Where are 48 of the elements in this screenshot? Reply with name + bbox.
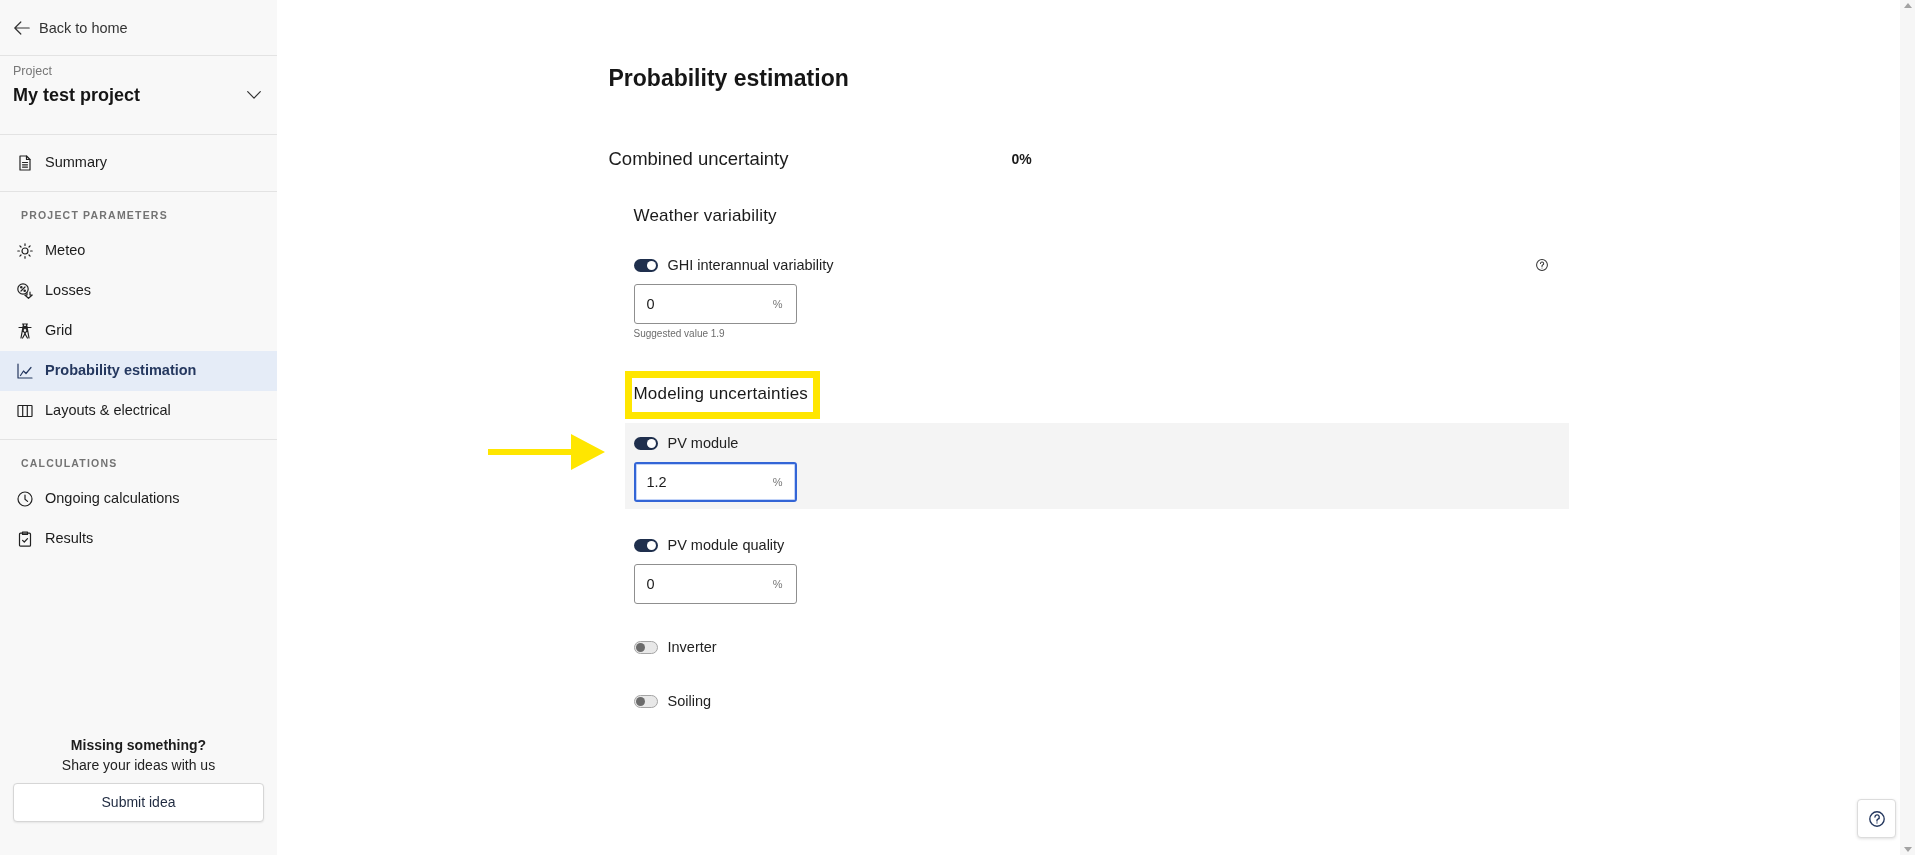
unit-label: %	[772, 577, 783, 592]
line-chart-icon	[17, 363, 33, 379]
unit-label: %	[772, 475, 783, 490]
section-heading: CALCULATIONS	[21, 456, 118, 470]
toggle-label: PV module quality	[667, 536, 785, 554]
page-title: Probability estimation	[608, 64, 849, 93]
sun-icon	[17, 243, 33, 259]
group-title: Modeling uncertainties	[633, 384, 808, 403]
sidebar-item[interactable]: Layouts & electrical	[0, 391, 277, 431]
back-link[interactable]: Back to home	[14, 17, 128, 38]
sidebar-item[interactable]: Probability estimation	[0, 351, 277, 391]
sidebar-item[interactable]: Losses	[0, 271, 277, 311]
percent-arrow-icon	[17, 283, 33, 299]
help-button[interactable]	[1857, 799, 1896, 838]
combined-uncertainty-label: Combined uncertainty	[608, 148, 789, 169]
toggle-switch[interactable]	[633, 436, 658, 450]
sidebar-item[interactable]: Meteo	[0, 231, 277, 271]
sidebar-item[interactable]: Results	[0, 519, 277, 559]
sidebar-item[interactable]: Grid	[0, 311, 277, 351]
document-icon	[17, 155, 33, 171]
unit-label: %	[772, 297, 783, 312]
submit-idea-button[interactable]: Submit idea	[13, 783, 264, 822]
toggle-switch[interactable]	[633, 640, 658, 654]
combined-uncertainty-value: 0%	[1011, 149, 1032, 169]
project-label: Project	[13, 63, 52, 79]
hint-text: Suggested value 1.9	[633, 328, 725, 340]
toggle-switch[interactable]	[633, 538, 658, 552]
power-tower-icon	[17, 323, 33, 339]
sidebar-item[interactable]: Summary	[0, 143, 277, 183]
chevron-down-icon[interactable]	[247, 91, 261, 99]
toggle-label: PV module	[667, 434, 739, 452]
help-icon[interactable]	[1535, 259, 1548, 271]
sidebar-item[interactable]: Ongoing calculations	[0, 479, 277, 519]
toggle-label: GHI interannual variability	[667, 256, 834, 274]
help-icon	[1868, 810, 1885, 827]
arrow-left-icon	[14, 20, 30, 35]
columns-icon	[17, 403, 33, 419]
toggle-switch[interactable]	[633, 694, 658, 708]
toggle-switch[interactable]	[633, 258, 658, 272]
clock-icon	[17, 491, 33, 507]
toggle-label: Soiling	[667, 692, 712, 710]
feedback-text: Share your ideas with us	[61, 756, 216, 775]
group-title: Weather variability	[633, 205, 777, 227]
section-heading: PROJECT PARAMETERS	[21, 208, 168, 222]
feedback-title: Missing something?	[70, 736, 207, 755]
toggle-label: Inverter	[667, 638, 717, 656]
project-name: My test project	[13, 84, 141, 107]
clipboard-check-icon	[17, 531, 33, 547]
